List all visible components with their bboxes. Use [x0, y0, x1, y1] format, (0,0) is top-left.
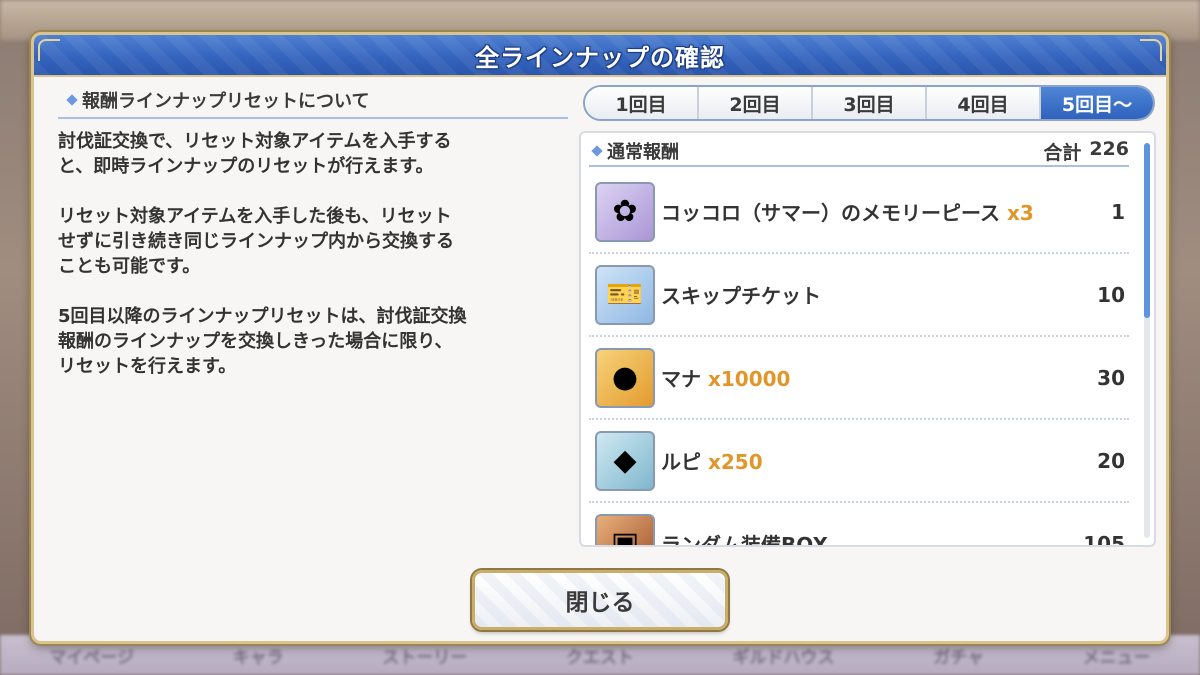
reward-row[interactable]: ▣ ランダム装備BOX 105 — [589, 503, 1129, 547]
tab-round-3[interactable]: 3回目 — [813, 87, 927, 119]
scrollbar-thumb[interactable] — [1144, 143, 1150, 318]
reward-list-panel[interactable]: 通常報酬 合計 226 ✿ コッコロ（サマー）のメモリーピース x3 1 🎫 ス… — [579, 131, 1156, 547]
reward-list-scrollbar[interactable] — [1144, 143, 1150, 538]
reset-info-heading-text: 報酬ラインナップリセットについて — [82, 91, 370, 112]
memory-piece-icon: ✿ — [595, 181, 655, 242]
skip-ticket-icon: 🎫 — [595, 264, 655, 325]
tab-round-1[interactable]: 1回目 — [585, 87, 699, 119]
reset-info-paragraph: 5回目以降のラインナップリセットは、討伐証交換 報酬のラインナップを交換しきった… — [58, 306, 467, 377]
reward-name: ランダム装備BOX — [661, 533, 828, 547]
reward-cost: 105 — [1083, 531, 1125, 547]
bg-nav-item: ギルドハウス — [732, 647, 835, 668]
reward-name: マナ — [661, 367, 701, 391]
total-label: 合計 — [1043, 141, 1082, 164]
reset-info-panel: 報酬ラインナップリセットについて 討伐証交換で、リセット対象アイテムを入手する … — [58, 87, 568, 547]
bg-nav-item: クエスト — [565, 647, 634, 668]
tab-round-5-plus[interactable]: 5回目〜 — [1041, 87, 1153, 119]
reward-name: スキップチケット — [661, 284, 821, 308]
tab-round-4[interactable]: 4回目 — [927, 87, 1041, 119]
reset-info-text: 討伐証交換で、リセット対象アイテムを入手する と、即時ラインナップのリセットが行… — [58, 129, 568, 379]
reward-rows: ✿ コッコロ（サマー）のメモリーピース x3 1 🎫 スキップチケット 10 ●… — [589, 171, 1129, 547]
bg-nav-item: マイページ — [49, 647, 134, 668]
close-button[interactable]: 閉じる — [472, 570, 728, 630]
tab-round-2[interactable]: 2回目 — [699, 87, 813, 119]
lineup-dialog: 全ラインナップの確認 報酬ラインナップリセットについて 討伐証交換で、リセット対… — [31, 32, 1169, 644]
rupi-icon: ◆ — [595, 430, 655, 491]
round-tabs: 1回目 2回目 3回目 4回目 5回目〜 — [583, 85, 1155, 121]
reward-row[interactable]: 🎫 スキップチケット 10 — [589, 254, 1129, 337]
reward-cost: 10 — [1097, 282, 1125, 307]
reward-cost: 30 — [1097, 365, 1125, 390]
reward-row[interactable]: ◆ ルピ x250 20 — [589, 420, 1129, 503]
diamond-bullet-icon — [66, 94, 78, 106]
reward-list-header: 通常報酬 合計 226 — [589, 137, 1129, 167]
reward-cost: 1 — [1111, 199, 1125, 224]
reward-cost: 20 — [1097, 448, 1125, 473]
reward-list-heading: 通常報酬 — [607, 142, 679, 163]
reward-row[interactable]: ✿ コッコロ（サマー）のメモリーピース x3 1 — [589, 171, 1129, 254]
random-equipment-box-icon: ▣ — [595, 513, 655, 545]
reward-quantity: x3 — [1006, 201, 1034, 225]
reset-info-paragraph: 討伐証交換で、リセット対象アイテムを入手する と、即時ラインナップのリセットが行… — [58, 131, 452, 177]
bg-nav-item: メニュー — [1082, 647, 1151, 668]
reward-row[interactable]: ● マナ x10000 30 — [589, 337, 1129, 420]
reset-info-heading: 報酬ラインナップリセットについて — [58, 87, 568, 119]
bg-nav-item: ガチャ — [933, 647, 985, 668]
reward-name: コッコロ（サマー）のメモリーピース — [661, 201, 1000, 225]
diamond-bullet-icon — [591, 145, 603, 157]
reset-info-paragraph: リセット対象アイテムを入手した後も、リセット せずに引き続き同じラインナップ内か… — [58, 206, 454, 277]
corner-ornament — [1140, 39, 1162, 61]
mana-icon: ● — [595, 347, 655, 408]
reward-name: ルピ — [661, 450, 701, 474]
total-value: 226 — [1089, 137, 1129, 160]
reward-quantity: x10000 — [707, 367, 791, 391]
dialog-titlebar: 全ラインナップの確認 — [34, 35, 1166, 77]
reward-quantity: x250 — [707, 450, 763, 474]
bg-nav-item: キャラ — [232, 647, 284, 668]
dialog-title: 全ラインナップの確認 — [475, 43, 725, 72]
bg-nav-item: ストーリー — [382, 647, 468, 668]
corner-ornament — [38, 39, 60, 61]
